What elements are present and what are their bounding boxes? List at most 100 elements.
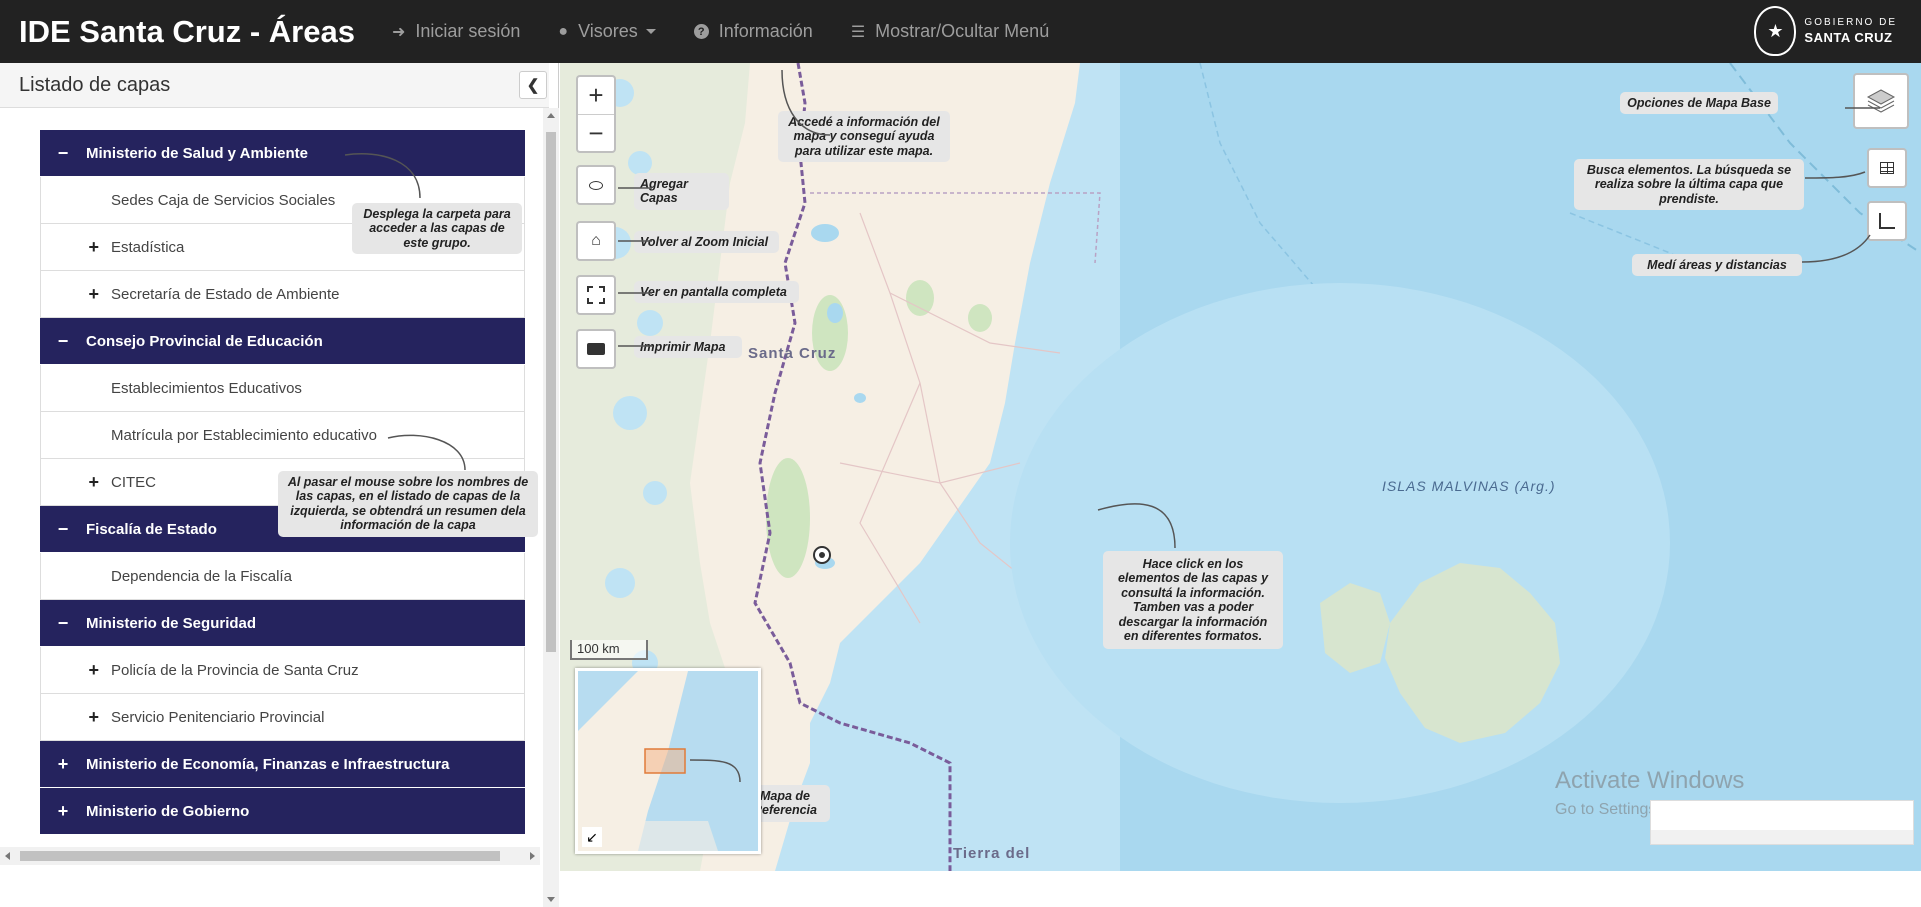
layer-label[interactable]: Servicio Penitenciario Provincial — [111, 709, 324, 726]
scale-bar: 100 km — [570, 640, 648, 660]
zoom-in-button[interactable]: + — [578, 77, 614, 114]
layer-row[interactable]: + Secretaría de Estado de Ambiente — [40, 271, 525, 318]
layer-label[interactable]: Sedes Caja de Servicios Sociales — [111, 192, 335, 209]
layer-row[interactable]: Establecimientos Educativos — [40, 365, 525, 412]
panel-header: Listado de capas ❮ — [0, 63, 549, 108]
layer-group-row[interactable]: − Consejo Provincial de Educación — [40, 318, 525, 365]
layer-group-label[interactable]: Ministerio de Gobierno — [86, 803, 249, 820]
nav-login-label: Iniciar sesión — [415, 21, 521, 41]
expand-icon[interactable]: + — [40, 754, 86, 775]
question-circle-icon: ? — [693, 24, 709, 39]
layer-group-label[interactable]: Consejo Provincial de Educación — [86, 333, 323, 350]
printer-icon — [587, 343, 605, 355]
tip-click-elements: Hace click en los elementos de las capas… — [1103, 551, 1283, 650]
scroll-right-arrow-icon[interactable] — [530, 852, 535, 860]
layer-group-label[interactable]: Ministerio de Salud y Ambiente — [86, 145, 308, 162]
layers-icon — [1866, 89, 1896, 113]
nav-info-label: Información — [718, 21, 813, 41]
nav-info[interactable]: ? Información — [693, 21, 813, 42]
ruler-icon — [1879, 213, 1895, 229]
chevron-left-icon: ❮ — [526, 77, 540, 94]
layer-row[interactable]: + Policía de la Provincia de Santa Cruz — [40, 647, 525, 694]
list-icon: ☰ — [850, 23, 866, 41]
province-label: Santa Cruz — [748, 345, 837, 362]
nav-menu-toggle[interactable]: ☰ Mostrar/Ocultar Menú — [851, 21, 1049, 42]
embedded-scroll-box[interactable] — [1650, 800, 1914, 845]
basemap-options-button[interactable] — [1853, 73, 1909, 129]
layer-label[interactable]: Establecimientos Educativos — [111, 380, 302, 397]
tierra-label: Tierra del — [953, 845, 1031, 862]
reference-minimap[interactable]: ↙ — [575, 668, 761, 854]
collapse-icon[interactable]: − — [40, 519, 86, 540]
gov-logo-line2: SANTA CRUZ — [1804, 30, 1893, 45]
government-logo: ★ GOBIERNO DE SANTA CRUZ — [1754, 6, 1897, 56]
layer-label[interactable]: Secretaría de Estado de Ambiente — [111, 286, 339, 303]
layer-group-row[interactable]: + Ministerio de Gobierno — [40, 788, 525, 835]
scroll-left-arrow-icon[interactable] — [5, 852, 10, 860]
provincial-seal-icon: ★ — [1754, 6, 1797, 56]
layer-group-label[interactable]: Fiscalía de Estado — [86, 521, 217, 538]
collapse-icon[interactable]: − — [40, 613, 86, 634]
layer-row[interactable]: Dependencia de la Fiscalía — [40, 553, 525, 600]
layer-label[interactable]: Matrícula por Establecimiento educativo — [111, 427, 377, 444]
layer-label[interactable]: Estadística — [111, 239, 184, 256]
zoom-out-button[interactable]: − — [578, 114, 614, 151]
measure-button[interactable] — [1867, 201, 1907, 241]
tip-print: Imprimir Mapa — [634, 336, 742, 359]
nav-viewers[interactable]: ● Visores — [558, 21, 656, 42]
minimap-toggle-button[interactable]: ↙ — [582, 827, 602, 847]
expand-icon[interactable]: + — [41, 660, 111, 681]
layer-group-row[interactable]: − Ministerio de Seguridad — [40, 600, 525, 647]
collapse-icon[interactable]: − — [40, 331, 86, 352]
layer-group-row[interactable]: − Ministerio de Salud y Ambiente — [40, 130, 525, 177]
expand-icon[interactable]: + — [41, 707, 111, 728]
top-navbar: IDE Santa Cruz - Áreas ➜ Iniciar sesión … — [0, 0, 1921, 63]
collapse-panel-button[interactable]: ❮ — [519, 71, 547, 99]
tip-fullscreen: Ver en pantalla completa — [634, 281, 799, 304]
layer-row[interactable]: Matrícula por Establecimiento educativo — [40, 412, 525, 459]
home-icon: ⌂ — [591, 232, 601, 249]
map-view[interactable]: Santa Cruz ISLAS MALVINAS (Arg.) Tierra … — [560, 63, 1921, 871]
expand-icon[interactable]: + — [41, 472, 111, 493]
panel-vertical-scrollbar[interactable] — [543, 108, 559, 907]
app-title[interactable]: IDE Santa Cruz - Áreas — [19, 14, 355, 50]
nav-viewers-label: Visores — [578, 21, 638, 41]
layer-label[interactable]: Dependencia de la Fiscalía — [111, 568, 292, 585]
tip-hover: Al pasar el mouse sobre los nombres de l… — [278, 471, 538, 537]
add-layers-button[interactable] — [576, 165, 616, 205]
layer-list-panel: Listado de capas ❮ − Ministerio de Salud … — [0, 63, 559, 907]
fullscreen-button[interactable] — [576, 275, 616, 315]
nav-login[interactable]: ➜ Iniciar sesión — [392, 21, 520, 42]
layer-group-label[interactable]: Ministerio de Economía, Finanzas e Infra… — [86, 756, 449, 773]
expand-icon[interactable]: + — [41, 284, 111, 305]
scrollbar[interactable] — [1651, 830, 1913, 844]
islands-label: ISLAS MALVINAS (Arg.) — [1382, 478, 1556, 494]
panel-horizontal-scrollbar[interactable] — [0, 847, 540, 865]
add-layers-icon — [589, 180, 603, 190]
expand-icon[interactable]: + — [41, 237, 111, 258]
print-button[interactable] — [576, 329, 616, 369]
scroll-down-arrow-icon[interactable] — [547, 897, 555, 902]
layer-group-row[interactable]: + Ministerio de Economía, Finanzas e Infr… — [40, 741, 525, 788]
activation-watermark-title: Activate Windows — [1555, 767, 1745, 794]
tip-info: Accedé a información del mapa y conseguí… — [778, 111, 950, 163]
layer-label[interactable]: Policía de la Provincia de Santa Cruz — [111, 662, 359, 679]
fullscreen-icon — [587, 286, 605, 304]
tip-add-layers: Agregar Capas — [634, 173, 729, 210]
zoom-control: + − — [576, 75, 616, 153]
layer-row[interactable]: + Servicio Penitenciario Provincial — [40, 694, 525, 741]
scroll-up-arrow-icon[interactable] — [547, 113, 555, 118]
arrow-down-left-icon: ↙ — [586, 828, 598, 845]
scrollbar-thumb[interactable] — [546, 132, 556, 652]
scrollbar-thumb[interactable] — [20, 851, 500, 861]
collapse-icon[interactable]: − — [40, 143, 86, 164]
tip-search: Busca elementos. La búsqueda se realiza … — [1574, 159, 1804, 211]
table-icon — [1880, 162, 1894, 174]
layer-label[interactable]: CITEC — [111, 474, 156, 491]
sign-in-icon: ➜ — [391, 23, 406, 41]
panel-title: Listado de capas — [19, 74, 171, 96]
home-zoom-button[interactable]: ⌂ — [576, 221, 616, 261]
search-table-button[interactable] — [1867, 148, 1907, 188]
expand-icon[interactable]: + — [40, 801, 86, 822]
layer-group-label[interactable]: Ministerio de Seguridad — [86, 615, 256, 632]
